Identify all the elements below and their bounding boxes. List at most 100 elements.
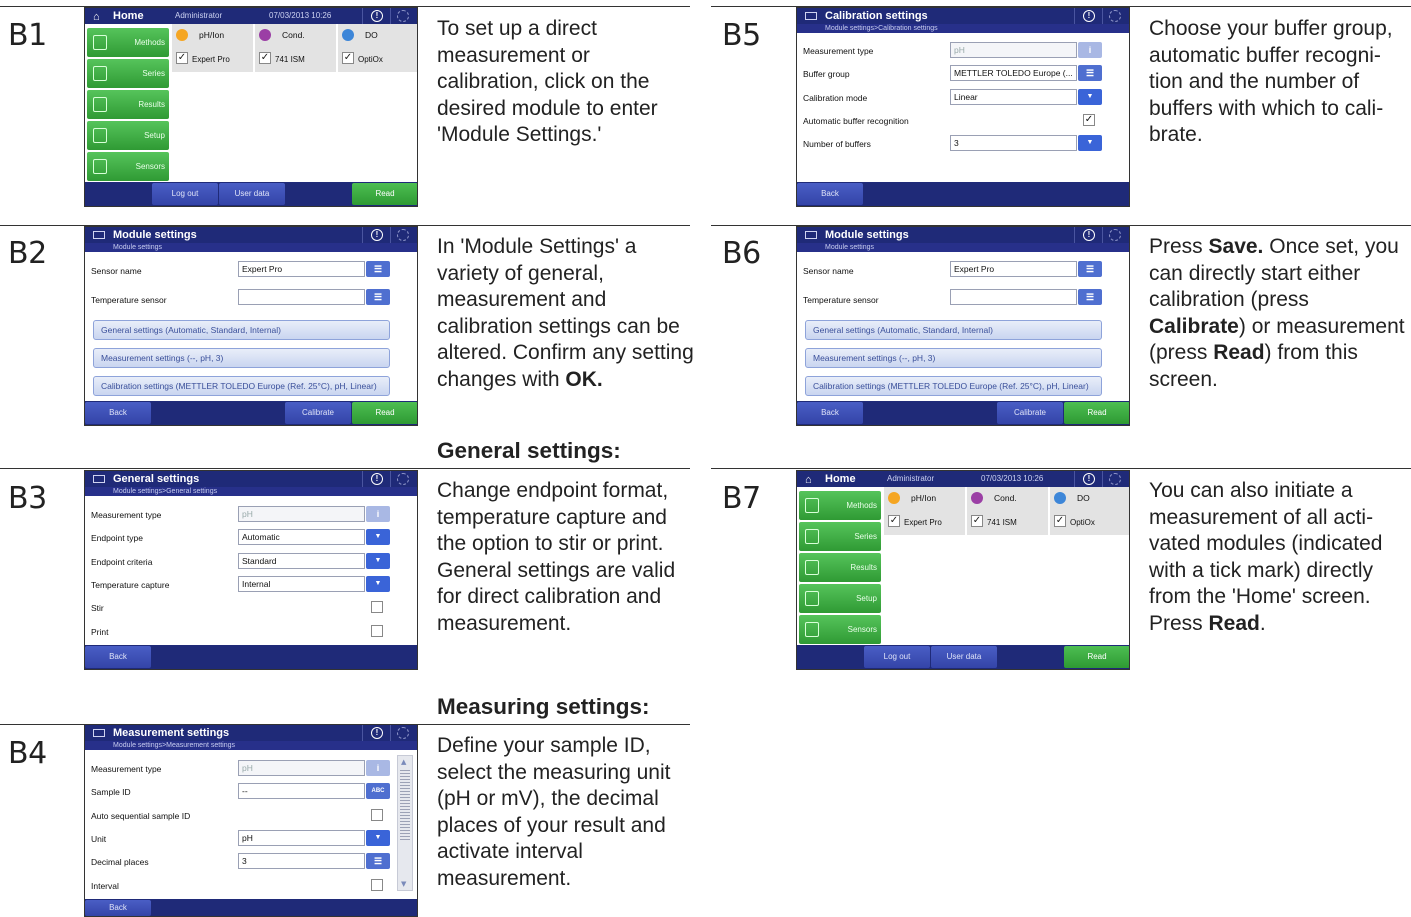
measurement-settings-button[interactable]: Measurement settings (--, pH, 3) — [93, 348, 390, 368]
list-icon[interactable]: ☰ — [366, 261, 390, 277]
description-text: You can also initiate a measurement of a… — [1149, 479, 1383, 635]
sensor-name-field[interactable]: Expert Pro — [238, 261, 365, 277]
setting-field[interactable]: -- — [238, 783, 365, 800]
measurement-settings-button[interactable]: Measurement settings (--, pH, 3) — [805, 348, 1102, 368]
user-data-button[interactable]: User data — [219, 183, 285, 205]
logout-button[interactable]: Log out — [864, 646, 930, 668]
module-checkbox[interactable]: ✓ — [176, 52, 188, 64]
setting-checkbox[interactable] — [371, 878, 383, 891]
list-icon[interactable]: ☰ — [366, 289, 390, 305]
setting-field[interactable]: Standard — [238, 552, 365, 569]
scrollbar[interactable]: ▲ ▼ — [397, 755, 413, 891]
list-icon[interactable]: ☰ — [1078, 289, 1102, 305]
breadcrumb: Module settings>Measurement settings — [85, 741, 417, 750]
read-button[interactable]: Read — [352, 402, 417, 424]
module-checkbox[interactable]: ✓ — [888, 515, 900, 527]
sidebar-item-sensors[interactable]: Sensors — [87, 152, 169, 181]
dropdown-arrow-icon[interactable]: ▼ — [366, 552, 390, 569]
info-icon[interactable]: ! — [1083, 10, 1095, 22]
module-checkbox[interactable]: ✓ — [1054, 515, 1066, 527]
info-icon[interactable]: ! — [1083, 229, 1095, 241]
setting-field[interactable]: METTLER TOLEDO Europe (... — [950, 65, 1077, 82]
title-bar-title: Calibration settings — [825, 10, 928, 22]
setting-label: Stir — [91, 603, 104, 614]
module-tile-ph[interactable]: pH/Ion ✓ Expert Pro — [884, 487, 966, 535]
calibrate-button[interactable]: Calibrate — [285, 402, 351, 424]
read-button[interactable]: Read — [1064, 402, 1129, 424]
info-icon[interactable]: ! — [371, 473, 383, 485]
scroll-up-icon[interactable]: ▲ — [401, 758, 406, 766]
title-bar: Calibration settings! — [797, 8, 1129, 24]
calibrate-button[interactable]: Calibrate — [997, 402, 1063, 424]
methods-icon — [93, 35, 107, 50]
footer-bar: Log out User data Read — [797, 645, 1129, 669]
logout-button[interactable]: Log out — [152, 183, 218, 205]
calibration-settings-button[interactable]: Calibration settings (METTLER TOLEDO Eur… — [805, 376, 1102, 396]
sidebar-item-results[interactable]: Results — [87, 90, 169, 119]
module-settings-screen-b6: Module settings! Module settings Sensor … — [796, 226, 1130, 426]
back-button[interactable]: Back — [797, 183, 863, 205]
setting-field[interactable]: Automatic — [238, 529, 365, 546]
list-icon[interactable]: ☰ — [1078, 65, 1102, 82]
read-button[interactable]: Read — [352, 183, 417, 205]
module-tile-cond[interactable]: Cond. ✓ 741 ISM — [967, 487, 1049, 535]
module-sensor: OptiOx — [358, 55, 383, 64]
setting-checkbox[interactable] — [371, 624, 383, 637]
user-data-button[interactable]: User data — [931, 646, 997, 668]
setting-field[interactable]: Linear — [950, 88, 1077, 105]
list-icon[interactable]: ☰ — [366, 853, 390, 870]
info-icon[interactable]: ! — [371, 10, 383, 22]
home-icon[interactable]: ⌂ — [93, 9, 100, 25]
setting-checkbox[interactable] — [371, 808, 383, 821]
dropdown-arrow-icon[interactable]: ▼ — [366, 529, 390, 546]
description-text: Change endpoint format, temperature capt… — [437, 479, 676, 635]
module-checkbox[interactable]: ✓ — [342, 52, 354, 64]
module-checkbox[interactable]: ✓ — [259, 52, 271, 64]
read-button[interactable]: Read — [1064, 646, 1129, 668]
sidebar-item-methods[interactable]: Methods — [87, 28, 169, 57]
setting-field[interactable]: Internal — [238, 575, 365, 592]
dropdown-arrow-icon[interactable]: ▼ — [366, 829, 390, 846]
general-settings-button[interactable]: General settings (Automatic, Standard, I… — [93, 320, 390, 340]
module-checkbox[interactable]: ✓ — [971, 515, 983, 527]
home-icon[interactable]: ⌂ — [805, 472, 812, 488]
setting-field[interactable]: 3 — [950, 135, 1077, 152]
setting-field[interactable]: pH — [238, 829, 365, 846]
sidebar-item-sensors[interactable]: Sensors — [799, 615, 881, 644]
info-icon[interactable]: ! — [1083, 473, 1095, 485]
dropdown-arrow-icon[interactable]: ▼ — [366, 575, 390, 592]
module-tile-do[interactable]: DO ✓ OptiOx — [338, 24, 417, 72]
sidebar-item-setup[interactable]: Setup — [799, 584, 881, 613]
dropdown-arrow-icon[interactable]: ▼ — [1078, 135, 1102, 152]
bold-keyword: OK. — [565, 367, 603, 391]
module-sensor: 741 ISM — [275, 55, 305, 64]
dropdown-arrow-icon[interactable]: ▼ — [1078, 88, 1102, 105]
calibration-settings-button[interactable]: Calibration settings (METTLER TOLEDO Eur… — [93, 376, 390, 396]
sidebar-item-methods[interactable]: Methods — [799, 491, 881, 520]
keyboard-abc-icon[interactable]: ABC — [366, 783, 390, 800]
back-button[interactable]: Back — [85, 900, 151, 916]
setting-checkbox[interactable]: ✓ — [1083, 113, 1095, 126]
sidebar-item-series[interactable]: Series — [87, 59, 169, 88]
module-tile-cond[interactable]: Cond. ✓ 741 ISM — [255, 24, 337, 72]
back-button[interactable]: Back — [797, 402, 863, 424]
info-icon[interactable]: ! — [371, 727, 383, 739]
list-icon[interactable]: ☰ — [1078, 261, 1102, 277]
back-button[interactable]: Back — [85, 402, 151, 424]
module-tile-do[interactable]: DO ✓ OptiOx — [1050, 487, 1129, 535]
sidebar-item-results[interactable]: Results — [799, 553, 881, 582]
info-icon[interactable]: ! — [371, 229, 383, 241]
scroll-down-icon[interactable]: ▼ — [401, 880, 406, 888]
sidebar-item-series[interactable]: Series — [799, 522, 881, 551]
module-tile-ph[interactable]: pH/Ion ✓ Expert Pro — [172, 24, 254, 72]
scroll-thumb[interactable] — [400, 770, 410, 840]
sidebar-item-setup[interactable]: Setup — [87, 121, 169, 150]
setting-checkbox[interactable] — [371, 601, 383, 614]
ph-module-dot-icon — [888, 492, 900, 504]
general-settings-button[interactable]: General settings (Automatic, Standard, I… — [805, 320, 1102, 340]
sensor-name-field[interactable]: Expert Pro — [950, 261, 1077, 277]
temperature-sensor-field[interactable] — [950, 289, 1077, 305]
back-button[interactable]: Back — [85, 646, 151, 668]
setting-field[interactable]: 3 — [238, 853, 365, 870]
temperature-sensor-field[interactable] — [238, 289, 365, 305]
